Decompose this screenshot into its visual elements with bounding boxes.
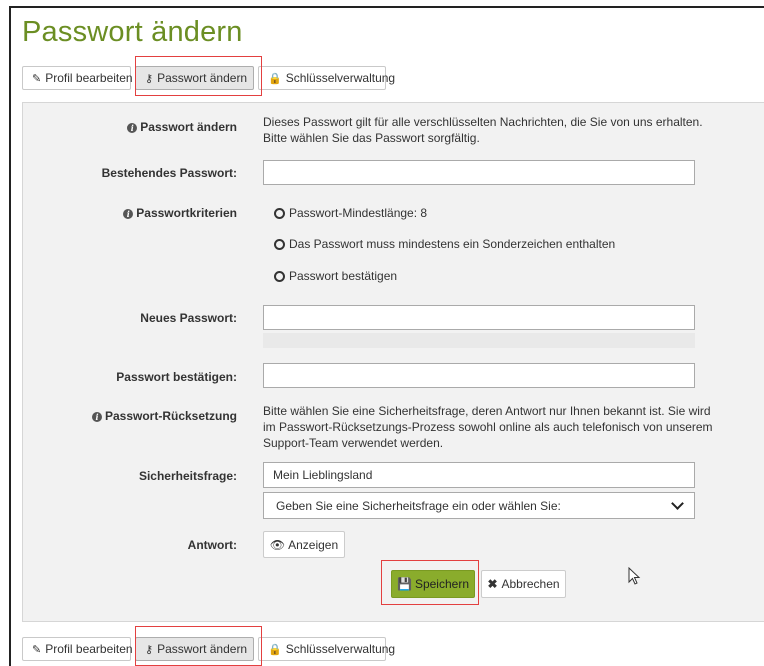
circle-icon <box>274 270 285 282</box>
show-answer-button[interactable]: 👁 Anzeigen <box>263 531 345 558</box>
criterion-item: Passwort bestätigen <box>274 269 397 283</box>
confirm-password-input[interactable] <box>263 363 695 388</box>
lock-icon: 🔒 <box>268 72 282 85</box>
security-question-select[interactable]: Geben Sie eine Sicherheitsfrage ein oder… <box>263 492 695 519</box>
mouse-cursor-icon <box>628 567 641 585</box>
criterion-item: Das Passwort muss mindestens ein Sonderz… <box>274 237 615 251</box>
cancel-button[interactable]: ✖ Abbrechen <box>481 570 566 598</box>
current-password-label: Bestehendes Passwort: <box>101 166 237 180</box>
tab-label: Profil bearbeiten <box>45 642 133 656</box>
new-password-label: Neues Passwort: <box>140 311 237 325</box>
select-value: Geben Sie eine Sicherheitsfrage ein oder… <box>276 498 561 513</box>
criterion-item: Passwort-Mindestlänge: 8 <box>274 206 427 220</box>
reset-label: i Passwort-Rücksetzung <box>22 409 237 423</box>
close-icon: ✖ <box>487 577 498 591</box>
lock-icon: 🔒 <box>268 643 282 656</box>
highlight-box <box>381 560 479 605</box>
intro-label: i Passwort ändern <box>22 120 237 134</box>
chevron-down-icon <box>671 497 684 510</box>
pencil-icon: ✎ <box>32 72 42 85</box>
page-title: Passwort ändern <box>22 16 243 48</box>
tab-profile-edit[interactable]: ✎ Profil bearbeiten <box>22 637 133 661</box>
tab-label: Profil bearbeiten <box>45 71 133 85</box>
criteria-label: i Passwortkriterien <box>22 206 237 220</box>
security-question-input[interactable]: Mein Lieblingsland <box>263 462 695 488</box>
eye-icon: 👁 <box>269 537 286 552</box>
answer-label: Antwort: <box>187 538 237 552</box>
tab-key-management[interactable]: 🔒 Schlüsselverwaltung <box>258 637 395 661</box>
reset-text: Bitte wählen Sie eine Sicherheitsfrage, … <box>263 404 713 450</box>
info-icon: i <box>127 123 138 133</box>
intro-text: Dieses Passwort gilt für alle verschlüss… <box>263 115 703 145</box>
highlight-box <box>135 56 262 96</box>
tab-label: Schlüsselverwaltung <box>285 642 396 656</box>
tab-profile-edit[interactable]: ✎ Profil bearbeiten <box>22 66 133 90</box>
highlight-box <box>135 626 262 666</box>
info-icon: i <box>91 412 102 422</box>
info-icon: i <box>123 209 134 219</box>
pencil-icon: ✎ <box>32 643 42 656</box>
confirm-password-label: Passwort bestätigen: <box>116 370 237 384</box>
tab-key-management[interactable]: 🔒 Schlüsselverwaltung <box>258 66 395 90</box>
circle-icon <box>274 238 285 250</box>
security-question-label: Sicherheitsfrage: <box>138 469 237 483</box>
password-strength-bar <box>263 333 695 348</box>
tab-label: Schlüsselverwaltung <box>285 71 396 85</box>
new-password-input[interactable] <box>263 305 695 330</box>
current-password-input[interactable] <box>263 160 695 185</box>
circle-icon <box>274 207 285 219</box>
